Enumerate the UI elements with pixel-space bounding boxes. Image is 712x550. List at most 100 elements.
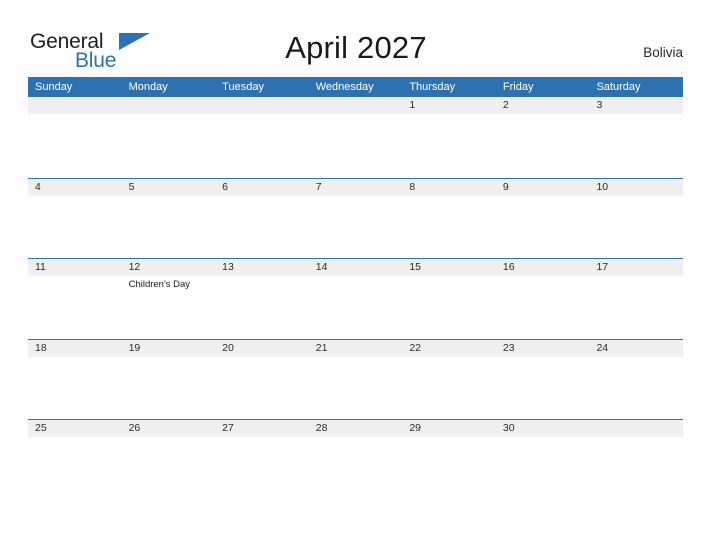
day-number: 16 <box>502 261 515 273</box>
day-events <box>28 437 122 439</box>
day-number: 26 <box>128 422 141 434</box>
calendar-day-cell-2[interactable]: 2 <box>495 97 590 178</box>
day-number: 15 <box>409 261 421 273</box>
day-number: 9 <box>502 180 509 193</box>
day-number-band: 24 <box>589 339 684 357</box>
day-number-band <box>589 420 684 437</box>
day-events <box>402 196 496 198</box>
calendar-day-cell-29[interactable]: 29 <box>402 420 496 500</box>
calendar-day-cell-empty <box>215 97 309 178</box>
calendar-day-cell-23[interactable]: 23 <box>495 339 590 419</box>
day-number: 22 <box>409 341 421 354</box>
calendar-day-cell-4[interactable]: 4 <box>28 178 122 258</box>
calendar-day-cell-13[interactable]: 13 <box>215 259 309 339</box>
day-events <box>589 437 683 439</box>
calendar-day-cell-3[interactable]: 3 <box>589 97 684 178</box>
day-number-band: 5 <box>121 178 216 196</box>
day-events <box>28 114 122 116</box>
calendar-week-row: 4 5 6 7 8 9 10 <box>28 177 684 258</box>
day-number-band <box>28 97 122 114</box>
day-number: 7 <box>315 180 322 193</box>
day-number: 19 <box>128 341 141 354</box>
day-number: 10 <box>596 180 609 193</box>
calendar-day-cell-17[interactable]: 17 <box>589 259 684 339</box>
calendar-day-cell-20[interactable]: 20 <box>215 339 309 419</box>
day-number-band: 6 <box>215 178 309 196</box>
calendar-day-cell-25[interactable]: 25 <box>28 420 122 500</box>
day-number-band: 8 <box>402 178 496 196</box>
day-number-band <box>308 97 403 114</box>
calendar-day-cell-30[interactable]: 30 <box>495 420 590 500</box>
day-number: 14 <box>315 261 328 273</box>
day-number: 3 <box>596 99 603 111</box>
day-events <box>402 437 496 439</box>
day-number-band: 17 <box>589 259 684 276</box>
day-number-band: 11 <box>28 259 122 276</box>
calendar-day-cell-12[interactable]: 12 Children's Day <box>121 259 216 339</box>
day-events <box>309 196 403 198</box>
day-events <box>28 196 122 198</box>
day-events: Children's Day <box>122 276 216 291</box>
day-events <box>28 357 122 359</box>
day-number-band: 9 <box>495 178 590 196</box>
day-number-band: 1 <box>402 97 496 114</box>
day-number: 21 <box>315 341 328 354</box>
calendar-day-cell-11[interactable]: 11 <box>28 259 122 339</box>
calendar-grid: Sunday Monday Tuesday Wednesday Thursday Frid… <box>28 77 684 500</box>
day-number: 24 <box>596 341 609 354</box>
day-number-band: 4 <box>28 178 122 196</box>
day-events <box>122 437 216 439</box>
day-events <box>309 357 403 359</box>
calendar-day-cell-27[interactable]: 27 <box>215 420 309 500</box>
calendar-day-cell-22[interactable]: 22 <box>402 339 496 419</box>
day-events <box>496 114 590 116</box>
day-events <box>496 437 590 439</box>
calendar-day-cell-6[interactable]: 6 <box>215 178 309 258</box>
calendar-day-cell-28[interactable]: 28 <box>308 420 403 500</box>
day-events <box>589 114 683 116</box>
calendar-week-row: 1 2 3 <box>28 97 684 178</box>
day-events <box>496 196 590 198</box>
calendar-day-cell-19[interactable]: 19 <box>121 339 216 419</box>
calendar-day-cell-16[interactable]: 16 <box>495 259 590 339</box>
day-number-band: 7 <box>308 178 403 196</box>
day-events <box>122 357 216 359</box>
day-number: 2 <box>502 99 509 111</box>
day-events <box>496 276 590 278</box>
day-number: 28 <box>315 422 328 434</box>
calendar-day-cell-14[interactable]: 14 <box>308 259 403 339</box>
day-number-band <box>121 97 216 114</box>
day-number-band: 26 <box>121 420 216 437</box>
calendar-week-row: 18 19 20 21 22 23 24 <box>28 338 684 419</box>
locale-label: Bolivia <box>643 45 683 60</box>
calendar-day-cell-9[interactable]: 9 <box>495 178 590 258</box>
calendar-day-cell-21[interactable]: 21 <box>308 339 403 419</box>
day-events <box>309 276 403 278</box>
day-number-band: 10 <box>589 178 684 196</box>
calendar-day-cell-26[interactable]: 26 <box>121 420 216 500</box>
calendar-day-cell-24[interactable]: 24 <box>589 339 684 419</box>
day-number-band <box>215 97 309 114</box>
weekday-header-wednesday: Wednesday <box>315 81 374 93</box>
day-number-band: 25 <box>28 420 122 437</box>
weekday-header-monday: Monday <box>128 81 168 93</box>
calendar-day-cell-15[interactable]: 15 <box>402 259 496 339</box>
calendar-day-cell-18[interactable]: 18 <box>28 339 122 419</box>
day-number-band: 2 <box>495 97 590 114</box>
calendar-day-cell-empty <box>121 97 216 178</box>
calendar-day-cell-empty <box>308 97 403 178</box>
day-number: 1 <box>409 99 416 111</box>
calendar-day-cell-8[interactable]: 8 <box>402 178 496 258</box>
page-title: April 2027 <box>285 30 427 65</box>
calendar-day-cell-7[interactable]: 7 <box>308 178 403 258</box>
calendar-day-cell-1[interactable]: 1 <box>402 97 496 178</box>
day-number-band: 19 <box>121 339 216 357</box>
calendar-day-cell-5[interactable]: 5 <box>121 178 216 258</box>
day-events <box>402 276 496 278</box>
day-events <box>215 437 309 439</box>
day-number-band: 21 <box>308 339 403 357</box>
day-number: 5 <box>128 180 135 193</box>
calendar-event[interactable]: Children's Day <box>129 278 211 291</box>
calendar-day-cell-10[interactable]: 10 <box>589 178 684 258</box>
day-events <box>589 196 683 198</box>
